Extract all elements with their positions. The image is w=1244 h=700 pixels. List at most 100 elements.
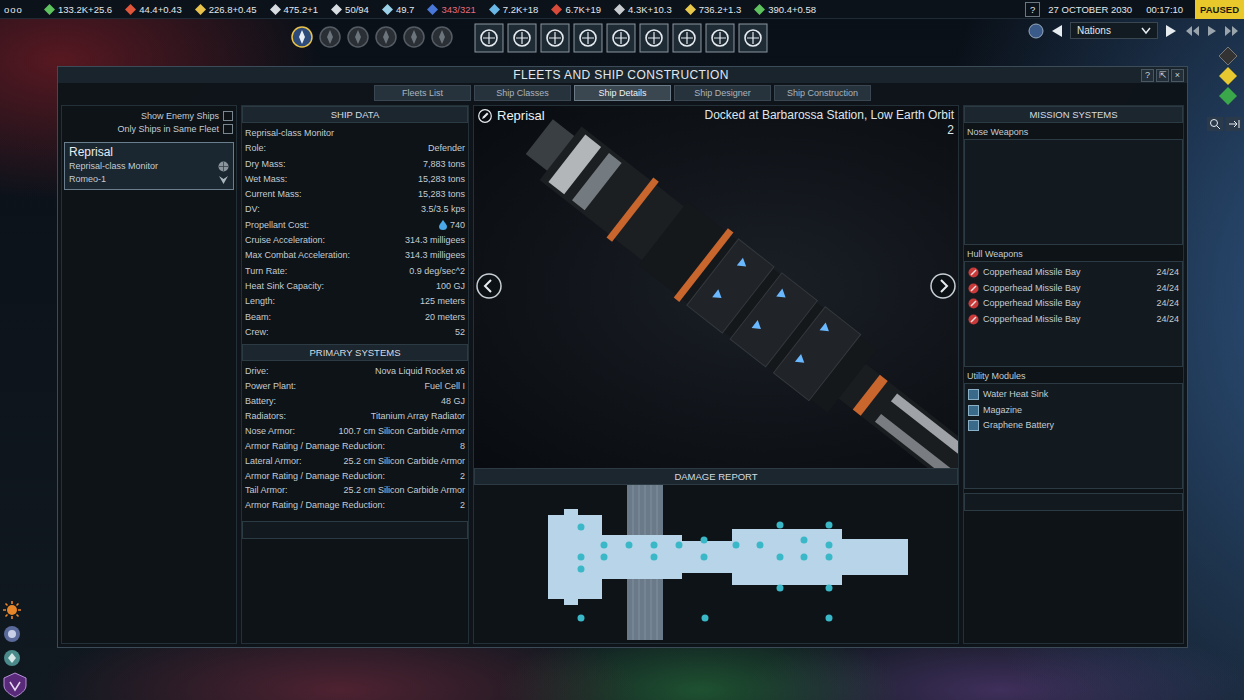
- resource-icon: [427, 4, 438, 15]
- resource-value: 44.4+0.43: [139, 4, 182, 15]
- window-titlebar[interactable]: FLEETS AND SHIP CONSTRUCTION?⇱×: [58, 67, 1187, 83]
- primary-system-row: Nose Armor:100.7 cm Silicon Carbide Armo…: [245, 424, 465, 439]
- view-button-icon[interactable]: [639, 23, 669, 53]
- globe-icon[interactable]: [1028, 23, 1044, 39]
- map-mode-icon[interactable]: [1218, 86, 1238, 106]
- view-button-icon[interactable]: [738, 23, 768, 53]
- tab[interactable]: Ship Details: [574, 85, 671, 101]
- ship-viewer[interactable]: ReprisalDocked at Barbarossa Station, Lo…: [474, 106, 958, 468]
- system-group: Hull WeaponsCopperhead Missile Bay24/24C…: [964, 245, 1183, 367]
- primary-system-row: Lateral Armor:25.2 cm Silicon Carbide Ar…: [245, 454, 465, 469]
- search-icon[interactable]: [1207, 117, 1223, 131]
- fleets-window: FLEETS AND SHIP CONSTRUCTION?⇱× Fleets Li…: [57, 66, 1188, 648]
- system-item[interactable]: Copperhead Missile Bay24/24: [968, 312, 1179, 328]
- resource-item[interactable]: 475.2+1: [270, 4, 319, 15]
- module-icon: [968, 420, 979, 431]
- faction-icon[interactable]: [374, 25, 398, 49]
- previous-arrow-icon[interactable]: [1050, 24, 1064, 38]
- view-dropdown[interactable]: Nations: [1070, 22, 1158, 39]
- ship-list-item[interactable]: ReprisalReprisal-class MonitorRomeo-1: [64, 142, 234, 190]
- resource-item[interactable]: 4.3K+10.3: [614, 4, 672, 15]
- window-control-button[interactable]: ×: [1171, 69, 1184, 82]
- window-control-button[interactable]: ⇱: [1156, 69, 1169, 82]
- resource-icon: [685, 4, 696, 15]
- missile-icon: [968, 298, 979, 309]
- resource-icon: [44, 4, 55, 15]
- ship-data-panel: SHIP DATAReprisal-class Monitor Role: De…: [241, 105, 469, 644]
- system-item[interactable]: Water Heat Sink: [968, 387, 1179, 403]
- previous-ship-icon[interactable]: [476, 273, 502, 299]
- pause-status[interactable]: PAUSED: [1195, 0, 1244, 19]
- edit-name-icon[interactable]: [478, 109, 492, 123]
- next-ship-icon[interactable]: [930, 273, 956, 299]
- resource-icon: [382, 4, 393, 15]
- section-header: PRIMARY SYSTEMS: [242, 344, 468, 361]
- tab[interactable]: Fleets List: [374, 85, 471, 101]
- system-item[interactable]: Copperhead Missile Bay24/24: [968, 296, 1179, 312]
- resource-item[interactable]: 736.2+1.3: [685, 4, 742, 15]
- tab[interactable]: Ship Construction: [774, 85, 871, 101]
- resource-item[interactable]: 343/321: [427, 4, 475, 15]
- tab[interactable]: Ship Designer: [674, 85, 771, 101]
- system-item[interactable]: Copperhead Missile Bay24/24: [968, 265, 1179, 281]
- window-control-button[interactable]: ?: [1141, 69, 1154, 82]
- view-button-icon[interactable]: [606, 23, 636, 53]
- tab[interactable]: Ship Classes: [474, 85, 571, 101]
- sun-icon[interactable]: [2, 600, 22, 620]
- faction-icon[interactable]: [430, 25, 454, 49]
- collapse-icon[interactable]: [1226, 117, 1242, 131]
- checkbox[interactable]: [223, 124, 233, 134]
- council-icon[interactable]: [2, 624, 22, 644]
- map-mode-icon[interactable]: [1218, 66, 1238, 86]
- view-button-icon[interactable]: [540, 23, 570, 53]
- resource-item[interactable]: 7.2K+18: [489, 4, 539, 15]
- section-header: MISSION SYSTEMS: [964, 106, 1183, 123]
- help-button[interactable]: ?: [1025, 2, 1040, 17]
- faction-icon[interactable]: [290, 25, 314, 49]
- checkbox[interactable]: [223, 111, 233, 121]
- faction-icon[interactable]: [318, 25, 342, 49]
- slow-down-icon[interactable]: [1184, 24, 1200, 38]
- faction-icon[interactable]: [346, 25, 370, 49]
- resource-item[interactable]: 6.7K+19: [551, 4, 601, 15]
- next-arrow-icon[interactable]: [1164, 24, 1178, 38]
- primary-system-row: Power Plant:Fuel Cell I: [245, 379, 465, 394]
- resource-item[interactable]: 390.4+0.58: [754, 4, 816, 15]
- resource-item[interactable]: 226.8+0.45: [195, 4, 257, 15]
- resource-value: 226.8+0.45: [209, 4, 257, 15]
- tab-bar: Fleets ListShip ClassesShip DetailsShip …: [58, 85, 1187, 101]
- map-mode-icon[interactable]: [1218, 46, 1238, 66]
- module-icon: [968, 405, 979, 416]
- view-button-icon[interactable]: [672, 23, 702, 53]
- system-item[interactable]: Graphene Battery: [968, 418, 1179, 434]
- speed-up-icon[interactable]: [1224, 24, 1240, 38]
- view-button-icon[interactable]: [507, 23, 537, 53]
- resource-item[interactable]: 49.7: [382, 4, 415, 15]
- council-icon[interactable]: [2, 648, 22, 668]
- resource-item[interactable]: 50/94: [331, 4, 369, 15]
- game-screen: ooo133.2K+25.6 44.4+0.43 226.8+0.45 475.2+1…: [0, 0, 1244, 700]
- primary-system-row: Tail Armor:25.2 cm Silicon Carbide Armor: [245, 483, 465, 498]
- resource-item[interactable]: 44.4+0.43: [125, 4, 182, 15]
- resource-value: 7.2K+18: [503, 4, 539, 15]
- view-button-icon[interactable]: [705, 23, 735, 53]
- ship-data-row: Max Combat Acceleration: 314.3 milligees: [245, 248, 465, 263]
- main-menu-button[interactable]: ooo: [0, 4, 44, 15]
- view-button-icon[interactable]: [474, 23, 504, 53]
- faction-icon[interactable]: [402, 25, 426, 49]
- view-button-icon[interactable]: [573, 23, 603, 53]
- resource-icon: [331, 4, 342, 15]
- faction-shield-icon[interactable]: [2, 672, 28, 698]
- system-item[interactable]: Magazine: [968, 403, 1179, 419]
- resource-icon: [270, 4, 281, 15]
- primary-system-row: Battery:48 GJ: [245, 394, 465, 409]
- water-drop-icon: [439, 220, 447, 230]
- system-item[interactable]: Copperhead Missile Bay24/24: [968, 281, 1179, 297]
- filter-checkbox-row[interactable]: Show Enemy Ships: [62, 110, 236, 123]
- filter-checkbox-row[interactable]: Only Ships in Same Fleet: [62, 123, 236, 136]
- resource-item[interactable]: 133.2K+25.6: [44, 4, 112, 15]
- resource-value: 736.2+1.3: [699, 4, 742, 15]
- ship-list-panel: Show Enemy ShipsOnly Ships in Same Fleet…: [61, 105, 237, 644]
- play-icon[interactable]: [1206, 24, 1218, 38]
- ship-view-panel: ReprisalDocked at Barbarossa Station, Lo…: [473, 105, 959, 644]
